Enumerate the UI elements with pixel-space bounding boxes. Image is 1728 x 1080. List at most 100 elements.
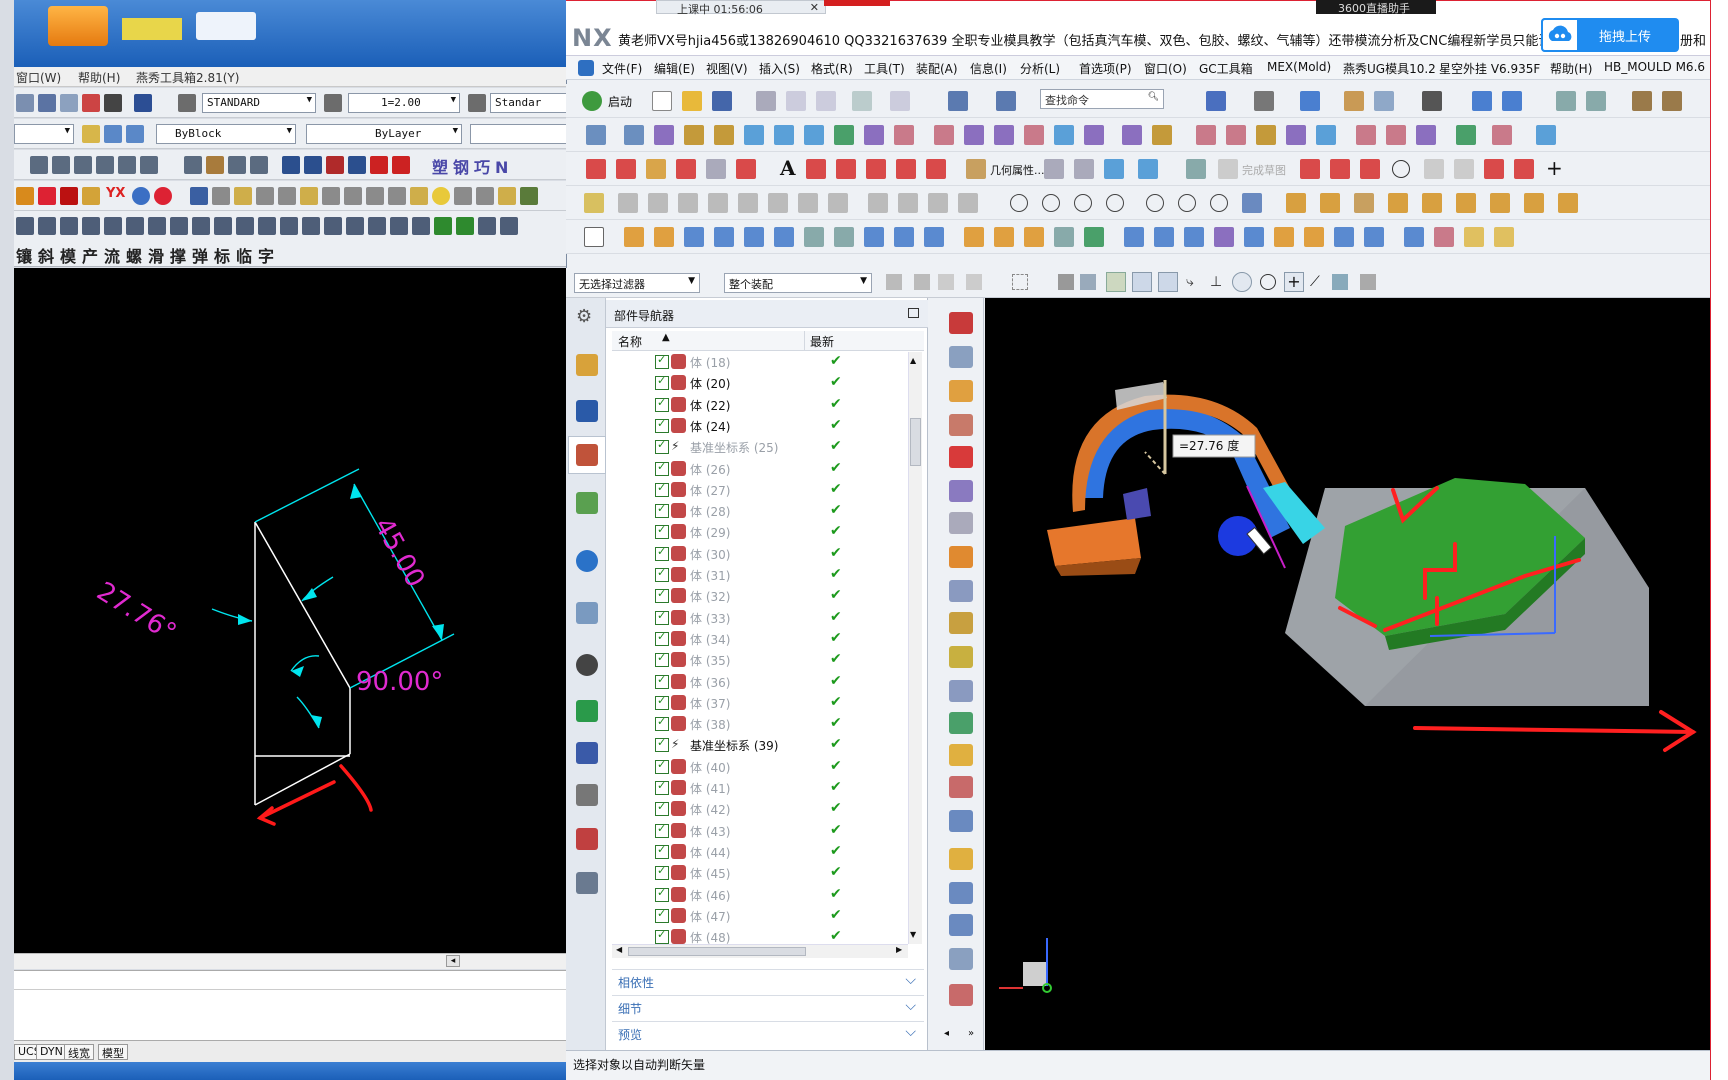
tool-icon[interactable] [738,193,758,213]
navigator-row[interactable]: 体 (32) ✔ [612,586,912,607]
maximize-icon[interactable] [908,308,919,318]
tool-screw[interactable]: 螺 [126,243,142,267]
snap-quadrant-icon[interactable] [1260,274,1276,290]
visibility-checkbox[interactable] [655,417,669,433]
tool-icon[interactable] [236,217,254,235]
tool-icon[interactable] [324,217,342,235]
tool-icon[interactable] [768,193,788,213]
tool-icon[interactable] [584,227,604,247]
lineweight-select[interactable] [470,124,566,144]
tool-icon[interactable] [868,193,888,213]
tool-icon[interactable] [994,125,1014,145]
app-icon[interactable] [196,12,256,40]
tool-icon[interactable] [949,380,973,402]
visibility-checkbox[interactable] [655,630,669,646]
tool-icon[interactable] [949,984,973,1006]
circle-icon[interactable] [1178,194,1196,212]
palette-icon[interactable] [576,872,598,894]
block-icon[interactable] [326,156,344,174]
chamfer-icon[interactable] [1454,159,1474,179]
tool-icon[interactable] [1058,274,1074,290]
snap-intersect-icon[interactable]: ⊥ [1210,274,1226,290]
tool-icon[interactable] [1662,91,1682,111]
tool-mold[interactable]: 模 [60,243,76,267]
tool-icon[interactable] [624,227,644,247]
table-icon[interactable] [1556,91,1576,111]
tool-icon[interactable] [914,274,930,290]
tool-icon[interactable] [1416,125,1436,145]
chamfer-icon[interactable] [140,156,158,174]
tool-icon[interactable] [1124,227,1144,247]
plus-icon[interactable]: + [1546,156,1563,180]
menu-help[interactable]: 帮助(H) [78,69,120,86]
rotate-icon[interactable] [96,156,114,174]
tool-icon[interactable] [1388,193,1408,213]
tool-icon[interactable] [16,187,34,205]
tool-icon[interactable] [278,187,296,205]
visibility-checkbox[interactable] [655,758,669,774]
tool-icon[interactable] [280,217,298,235]
tool-icon[interactable] [866,159,886,179]
tool-icon[interactable] [1054,227,1074,247]
tool-icon[interactable] [38,217,56,235]
tool-icon[interactable] [926,159,946,179]
tool-icon[interactable] [1084,125,1104,145]
select-rect-icon[interactable] [1012,274,1028,290]
snap-control-icon[interactable]: ⤷ [1186,274,1202,290]
tool-icon[interactable] [456,217,474,235]
navigator-row[interactable]: 体 (38) ✔ [612,714,912,735]
status-model[interactable]: 模型 [98,1044,128,1060]
circle-icon[interactable] [1210,194,1228,212]
tool-icon[interactable] [1244,227,1264,247]
tool-icon[interactable] [1494,227,1514,247]
cad-horizontal-scrollbar[interactable]: ◂ [14,953,566,969]
linetype-select[interactable]: ByLayer ▼ [306,124,462,144]
tool-standard[interactable]: 标 [214,243,230,267]
menu-window[interactable]: 窗口(W) [16,69,61,86]
menu-edit[interactable]: 编辑(E) [654,60,695,77]
dependencies-panel[interactable]: 相依性 ⌵ [612,969,924,993]
tool-icon[interactable] [1152,125,1172,145]
tool-icon[interactable] [1084,227,1104,247]
tool-icon[interactable] [924,227,944,247]
tool-icon[interactable] [432,187,450,205]
navigator-row[interactable]: 体 (28) ✔ [612,501,912,522]
cad-command-line[interactable] [14,970,566,1040]
tool-support[interactable]: 撑 [170,243,186,267]
upload-button[interactable]: 拖拽上传 [1541,18,1679,52]
assembly-navigator-icon[interactable] [576,354,598,376]
help-red-icon[interactable] [154,187,172,205]
live-assistant[interactable]: 3600直播助手 [1316,0,1436,15]
layer-icon[interactable] [16,94,34,112]
line-icon[interactable] [184,156,202,174]
tool-icon[interactable] [1256,125,1276,145]
tool-icon[interactable] [410,187,428,205]
tool-icon[interactable] [774,227,794,247]
cad-drawing-canvas[interactable]: 27.76° 45.00 90.00° [14,268,566,953]
tool-icon[interactable] [300,187,318,205]
circle-icon[interactable] [1010,194,1028,212]
match-layer-icon[interactable] [104,125,122,143]
stretch-icon[interactable] [74,156,92,174]
copy-icon[interactable] [786,91,806,111]
tool-icon[interactable] [886,274,902,290]
tool-icon[interactable] [344,187,362,205]
menu-yanxiu-ug[interactable]: 燕秀UG模具10.2 [1343,60,1436,77]
column-name[interactable]: 名称 [618,333,642,350]
tool-icon[interactable] [104,217,122,235]
rectangle-icon[interactable] [676,159,696,179]
menu-format[interactable]: 格式(R) [811,60,853,77]
circle-icon[interactable] [1042,194,1060,212]
tool-icon[interactable] [1122,125,1142,145]
nx-menu-icon[interactable] [578,60,594,76]
visibility-checkbox[interactable] [655,822,669,838]
tool-icon[interactable] [1360,274,1376,290]
polyline-icon[interactable] [1514,159,1534,179]
tool-icon[interactable] [1386,125,1406,145]
visibility-checkbox[interactable] [655,374,669,391]
tool-icon[interactable] [624,125,644,145]
cut-icon[interactable] [756,91,776,111]
visibility-checkbox[interactable] [655,800,669,817]
visibility-checkbox[interactable] [655,481,669,497]
arc-icon[interactable] [1360,159,1380,179]
